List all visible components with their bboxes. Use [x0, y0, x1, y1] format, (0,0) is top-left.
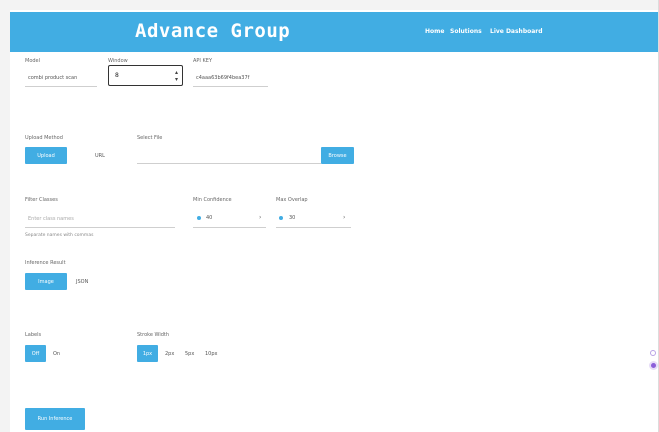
api-key-label: API KEY — [193, 58, 212, 64]
stroke-5px-button[interactable]: 5px — [185, 351, 194, 357]
max-overlap-caret-icon[interactable]: › — [343, 214, 345, 221]
json-option-button[interactable]: JSON — [76, 279, 88, 285]
max-overlap-underline — [276, 227, 351, 228]
stroke-10px-button[interactable]: 10px — [205, 351, 218, 357]
filter-classes-label: Filter Classes — [25, 197, 58, 203]
stroke-1px-button[interactable]: 1px — [137, 345, 158, 362]
labels-off-button[interactable]: Off — [25, 345, 46, 362]
stroke-2px-button[interactable]: 2px — [165, 351, 174, 357]
stepper-arrows-icon[interactable]: ▴ ▾ — [175, 69, 178, 83]
brand-title: Advance Group — [135, 20, 291, 42]
model-label: Model — [25, 58, 41, 64]
nav-solutions[interactable]: Solutions — [450, 28, 482, 35]
api-key-input[interactable]: c4aaa63b69f4bea37f — [196, 75, 249, 81]
upload-method-label: Upload Method — [25, 135, 63, 141]
labels-on-button[interactable]: On — [53, 351, 60, 357]
overlap-indicator-icon — [279, 216, 283, 220]
model-input[interactable]: combi product scan — [28, 75, 77, 81]
nav-live-dashboard[interactable]: Live Dashboard — [490, 28, 543, 35]
side-widget[interactable] — [648, 350, 658, 378]
top-header: Advance Group Home Solutions Live Dashbo… — [10, 12, 658, 52]
window-label: Window — [108, 58, 128, 64]
confidence-indicator-icon — [197, 216, 201, 220]
window-value: 8 — [115, 72, 119, 79]
url-option-button[interactable]: URL — [95, 153, 105, 159]
browse-button[interactable]: Browse — [321, 147, 354, 164]
model-underline — [25, 86, 97, 87]
window-frame-top — [0, 0, 659, 10]
labels-label: Labels — [25, 332, 42, 338]
min-confidence-caret-icon[interactable]: › — [259, 214, 261, 221]
stroke-width-label: Stroke Width — [137, 332, 170, 338]
window-frame-left — [0, 0, 10, 432]
image-option-button[interactable]: Image — [25, 273, 67, 290]
run-inference-button[interactable]: Run Inference — [25, 408, 85, 430]
inference-result-label: Inference Result — [25, 260, 66, 266]
filter-classes-underline — [25, 227, 175, 228]
max-overlap-value[interactable]: 30 — [289, 215, 295, 221]
nav-home[interactable]: Home — [425, 28, 444, 35]
select-file-label: Select File — [137, 135, 163, 141]
api-key-underline — [193, 86, 268, 87]
upload-option-button[interactable]: Upload — [25, 147, 67, 164]
window-stepper[interactable]: 8 ▴ ▾ — [108, 65, 183, 86]
min-confidence-value[interactable]: 40 — [206, 215, 212, 221]
filter-classes-input[interactable]: Enter class names — [28, 216, 74, 222]
min-confidence-label: Min Confidence — [193, 197, 232, 203]
widget-button-icon[interactable] — [649, 361, 658, 370]
filter-classes-hint: Separate names with commas — [25, 233, 94, 238]
min-confidence-underline — [193, 227, 266, 228]
file-path-input[interactable] — [137, 163, 321, 164]
widget-outline-icon[interactable] — [650, 350, 656, 356]
max-overlap-label: Max Overlap — [276, 197, 308, 203]
